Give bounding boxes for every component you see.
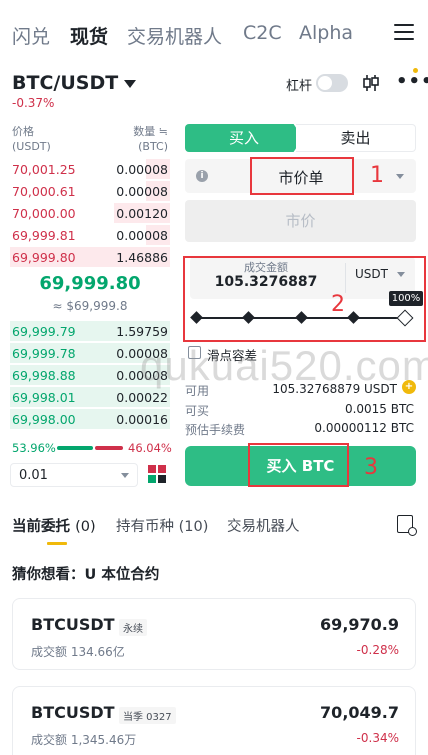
annotation-step-3: 3: [364, 455, 378, 480]
caret-down-icon: [121, 473, 129, 478]
pair-change: -0.37%: [12, 96, 55, 110]
ask-price: 70,000.61: [12, 184, 76, 199]
ask-row[interactable]: 70,001.25 0.00008: [10, 158, 170, 180]
orderbook-price-header: 价格 (USDT): [12, 125, 51, 153]
ask-price: 70,000.00: [12, 206, 76, 221]
bid-row[interactable]: 69,998.00 0.00016: [10, 408, 170, 430]
can-buy-value: 0.0015 BTC: [344, 402, 414, 416]
ask-row[interactable]: 70,000.61 0.00008: [10, 180, 170, 202]
hamburger-menu-icon[interactable]: [394, 24, 414, 42]
contract-volume: 成交额 134.66亿: [31, 645, 125, 659]
tab-trading-bot[interactable]: 交易机器人: [127, 22, 222, 49]
order-history-icon[interactable]: [397, 515, 417, 536]
ask-price: 69,999.81: [12, 228, 76, 243]
recommend-title: 猜你想看：U 本位合约: [12, 567, 160, 583]
candlestick-chart-icon[interactable]: [361, 73, 381, 93]
sell-ratio-bar: [95, 446, 123, 450]
active-tab-underline: [47, 542, 67, 545]
buy-ratio-bar: [57, 446, 93, 450]
info-icon[interactable]: i: [196, 170, 208, 182]
bid-price: 69,999.79: [12, 324, 76, 339]
sell-tab[interactable]: 卖出: [296, 124, 416, 152]
tab-open-orders[interactable]: 当前委托 (0): [12, 515, 96, 536]
pair-symbol: BTC/USDT: [12, 72, 119, 94]
ask-qty: 0.00008: [116, 184, 168, 199]
bid-qty: 0.00022: [116, 390, 168, 405]
tab-spot[interactable]: 现货: [70, 22, 108, 49]
watermark: qukuai520.com: [140, 342, 428, 389]
bid-qty: 0.00016: [116, 412, 168, 427]
fee-label: 预估手续费: [185, 423, 246, 437]
contract-price: 70,049.7: [320, 703, 399, 722]
annotation-box-3: [248, 443, 349, 487]
bid-qty: 1.59759: [116, 324, 168, 339]
bid-price: 69,998.01: [12, 390, 76, 405]
more-options-icon[interactable]: •••: [396, 72, 428, 92]
tab-swap[interactable]: 闪兑: [12, 22, 50, 49]
pair-selector[interactable]: BTC/USDT: [12, 72, 137, 94]
notification-dot: [413, 68, 418, 73]
annotation-step-2: 2: [331, 292, 345, 317]
contract-card[interactable]: BTCUSDT 永续 成交额 134.66亿 69,970.9 -0.28%: [12, 598, 416, 670]
annotation-box-2: [183, 256, 426, 342]
ask-price: 70,001.25: [12, 162, 76, 177]
last-price: 69,999.80: [39, 273, 141, 294]
buy-ratio: 53.96%: [12, 441, 56, 455]
annotation-step-1: 1: [370, 163, 384, 188]
contract-tag: 永续: [119, 619, 147, 636]
last-price-fiat: ≈ $69,999.8: [52, 299, 128, 313]
fee-value: 0.00000112 BTC: [314, 421, 414, 435]
can-buy-label: 可买: [185, 404, 210, 418]
buy-tab[interactable]: 买入: [185, 124, 303, 152]
caret-down-icon: [396, 174, 404, 179]
tab-holdings[interactable]: 持有币种 (10): [116, 515, 208, 536]
contract-symbol: BTCUSDT: [31, 615, 115, 634]
tab-alpha[interactable]: Alpha: [299, 22, 353, 44]
contract-price: 69,970.9: [320, 615, 399, 634]
contract-volume: 成交额 1,345.46万: [31, 733, 137, 747]
ask-qty: 0.00008: [116, 162, 168, 177]
caret-down-icon: [124, 79, 137, 88]
precision-select[interactable]: 0.01: [10, 463, 138, 487]
market-price-field: 市价: [185, 200, 416, 242]
ask-row[interactable]: 69,999.80 1.46886: [10, 246, 170, 268]
ask-price: 69,999.80: [12, 250, 76, 265]
ask-qty: 0.00008: [116, 228, 168, 243]
ask-qty: 1.46886: [116, 250, 168, 265]
contract-tag: 当季 0327: [119, 707, 176, 724]
contract-symbol: BTCUSDT: [31, 703, 115, 722]
leverage-label: 杠杆: [286, 79, 313, 94]
bid-row[interactable]: 69,999.79 1.59759: [10, 320, 170, 342]
ask-row[interactable]: 70,000.00 0.00120: [10, 202, 170, 224]
leverage-toggle[interactable]: [316, 74, 348, 92]
bid-price: 69,998.88: [12, 368, 76, 383]
sell-ratio: 46.04%: [128, 441, 172, 455]
contract-change: -0.34%: [356, 731, 399, 745]
orderbook-layout-icon[interactable]: [148, 465, 166, 483]
contract-card[interactable]: BTCUSDT 当季 0327 成交额 1,345.46万 70,049.7 -…: [12, 686, 416, 755]
ask-row[interactable]: 69,999.81 0.00008: [10, 224, 170, 246]
bid-price: 69,999.78: [12, 346, 76, 361]
contract-change: -0.28%: [356, 643, 399, 657]
tab-bots[interactable]: 交易机器人: [227, 515, 300, 536]
bid-price: 69,998.00: [12, 412, 76, 427]
tab-c2c[interactable]: C2C: [243, 22, 282, 44]
orderbook-qty-header[interactable]: 数量 ≒ (BTC): [128, 124, 168, 154]
ask-qty: 0.00120: [116, 206, 168, 221]
annotation-box-1: [250, 157, 354, 195]
